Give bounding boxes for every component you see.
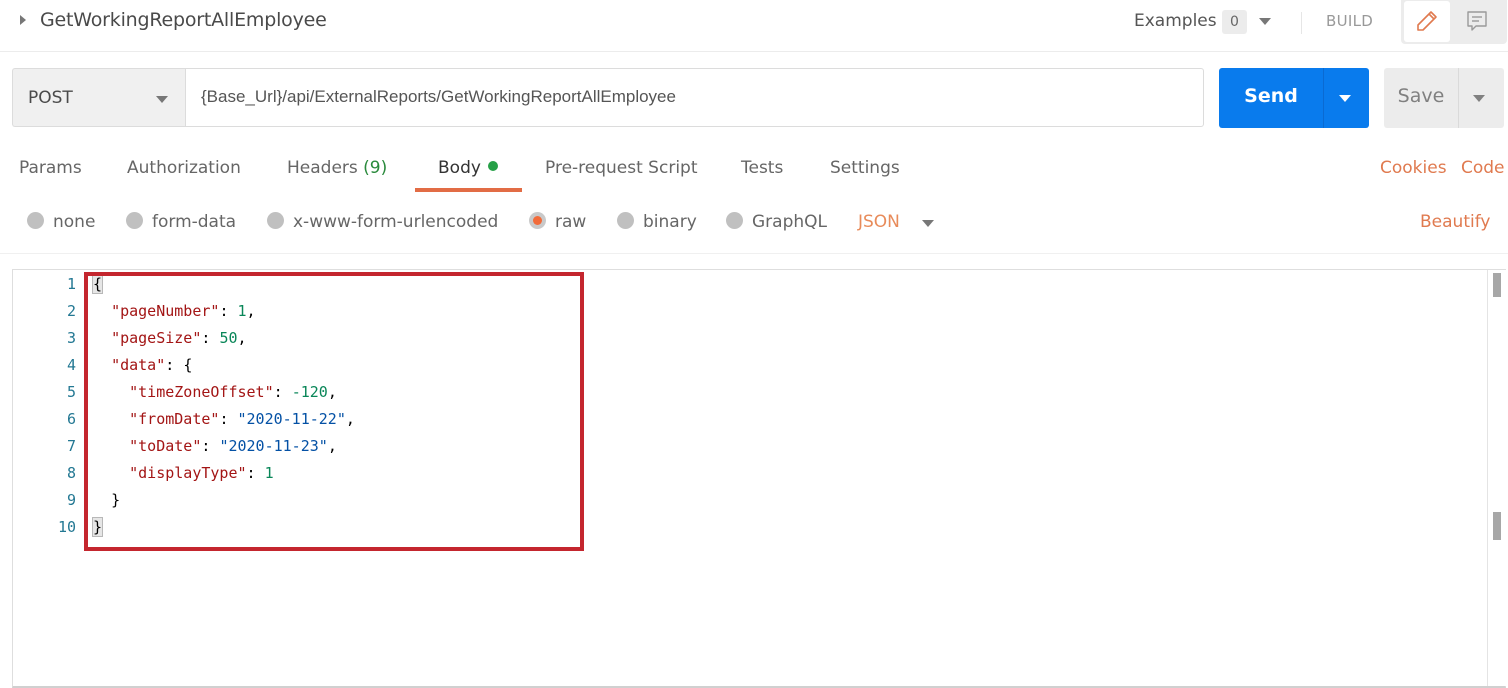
- save-button[interactable]: Save: [1384, 68, 1504, 128]
- radio-binary[interactable]: binary: [617, 212, 697, 232]
- line-number-gutter: 1 2 3 4 5 6 7 8 9 10: [13, 270, 81, 686]
- cookies-link[interactable]: Cookies: [1380, 158, 1447, 178]
- chevron-down-icon: [156, 96, 168, 103]
- chevron-down-icon[interactable]: [1473, 95, 1485, 102]
- radio-selected-icon: [529, 212, 546, 229]
- line-number: 7: [66, 437, 76, 455]
- divider: [1458, 68, 1459, 128]
- radio-form-data[interactable]: form-data: [126, 212, 236, 232]
- radio-label: binary: [643, 212, 697, 232]
- tab-body-label: Body: [438, 158, 481, 178]
- radio-label: form-data: [152, 212, 237, 232]
- divider: [0, 253, 1508, 254]
- radio-none[interactable]: none: [27, 212, 95, 232]
- send-button[interactable]: Send: [1219, 68, 1369, 128]
- request-header: GetWorkingReportAllEmployee Examples 0 B…: [0, 0, 1508, 52]
- editor-scrollbar[interactable]: [1487, 270, 1506, 686]
- active-tab-indicator: [415, 188, 522, 192]
- radio-icon: [126, 212, 143, 229]
- divider: [1301, 12, 1302, 34]
- radio-label: GraphQL: [752, 212, 827, 232]
- radio-icon: [617, 212, 634, 229]
- line-number: 5: [66, 383, 76, 401]
- scrollbar-thumb[interactable]: [1493, 273, 1501, 297]
- tab-body[interactable]: Body: [438, 158, 498, 178]
- tab-settings[interactable]: Settings: [830, 158, 900, 178]
- scrollbar-marker: [1493, 512, 1501, 540]
- tab-authorization[interactable]: Authorization: [127, 158, 241, 178]
- highlight-annotation-box: [84, 272, 584, 551]
- radio-icon: [267, 212, 284, 229]
- raw-format-select[interactable]: JSON: [858, 212, 900, 232]
- method-select[interactable]: POST: [12, 68, 185, 127]
- radio-label: none: [53, 212, 96, 232]
- caret-right-icon[interactable]: [20, 15, 26, 25]
- edit-mode-button[interactable]: [1404, 1, 1450, 42]
- pencil-icon: [1417, 11, 1437, 31]
- build-label: BUILD: [1326, 12, 1374, 30]
- examples-label[interactable]: Examples: [1134, 11, 1217, 31]
- radio-icon: [27, 212, 44, 229]
- radio-label: x-www-form-urlencoded: [293, 212, 499, 232]
- tab-tests[interactable]: Tests: [741, 158, 783, 178]
- radio-raw[interactable]: raw: [529, 212, 586, 232]
- save-label: Save: [1397, 85, 1445, 107]
- chevron-down-icon[interactable]: [1259, 18, 1271, 25]
- line-number: 10: [57, 518, 76, 536]
- line-number: 9: [66, 491, 76, 509]
- radio-label: raw: [555, 212, 587, 232]
- tab-headers-label: Headers: [287, 158, 358, 178]
- request-name[interactable]: GetWorkingReportAllEmployee: [40, 9, 327, 31]
- url-input[interactable]: {Base_Url}/api/ExternalReports/GetWorkin…: [185, 68, 1204, 127]
- divider: [1323, 68, 1324, 128]
- beautify-link[interactable]: Beautify: [1420, 212, 1490, 232]
- radio-graphql[interactable]: GraphQL: [726, 212, 827, 232]
- chevron-down-icon[interactable]: [1339, 95, 1351, 102]
- code-link[interactable]: Code: [1461, 158, 1505, 178]
- radio-x-www-form-urlencoded[interactable]: x-www-form-urlencoded: [267, 212, 498, 232]
- tab-params[interactable]: Params: [19, 158, 82, 178]
- examples-count-badge: 0: [1222, 10, 1247, 34]
- headers-count: (9): [363, 158, 388, 178]
- tab-headers[interactable]: Headers (9): [287, 158, 387, 178]
- tab-pre-request-script[interactable]: Pre-request Script: [545, 158, 698, 178]
- line-number: 8: [66, 464, 76, 482]
- chevron-down-icon[interactable]: [922, 220, 934, 227]
- line-number: 1: [66, 275, 76, 293]
- send-label: Send: [1244, 85, 1298, 107]
- line-number: 3: [66, 329, 76, 347]
- line-number: 4: [66, 356, 76, 374]
- line-number: 2: [66, 302, 76, 320]
- active-dot-icon: [487, 161, 498, 171]
- comment-icon: [1467, 11, 1487, 31]
- method-label: POST: [28, 88, 73, 108]
- radio-icon: [726, 212, 743, 229]
- comments-button[interactable]: [1458, 6, 1498, 38]
- line-number: 6: [66, 410, 76, 428]
